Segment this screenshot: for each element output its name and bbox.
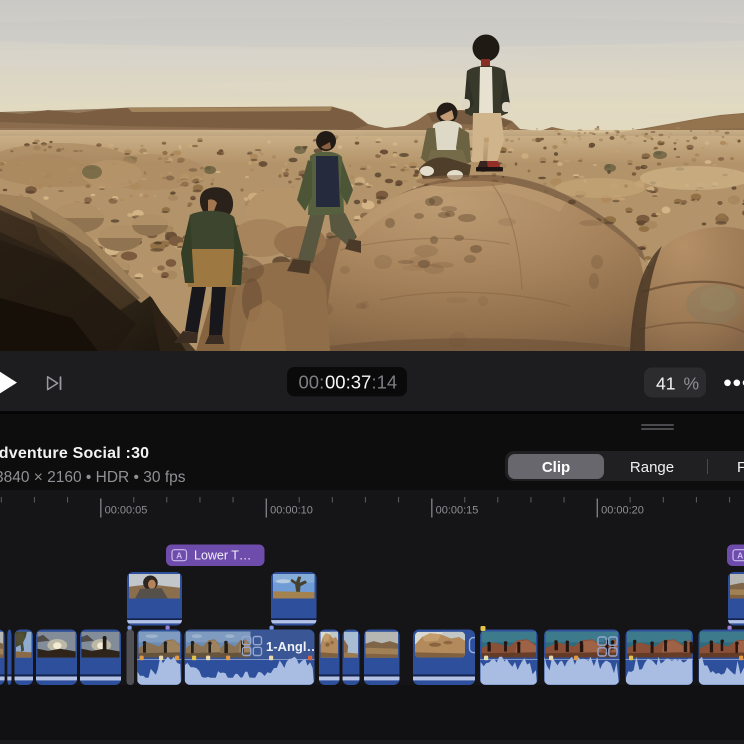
svg-text:00:00:20: 00:00:20: [601, 505, 644, 517]
svg-text:1-Angl…: 1-Angl…: [266, 639, 319, 654]
svg-text:Lower T…: Lower T…: [194, 548, 251, 562]
svg-text:00:00:15: 00:00:15: [436, 505, 479, 517]
svg-text:00:00:05: 00:00:05: [105, 505, 148, 517]
svg-text:A: A: [737, 550, 743, 560]
svg-text:00:: 00:: [299, 372, 325, 393]
svg-text:00:00:10: 00:00:10: [270, 505, 313, 517]
svg-text::14: :14: [372, 372, 398, 393]
svg-text:A: A: [176, 550, 182, 560]
svg-text:41: 41: [656, 374, 675, 394]
svg-text:%: %: [684, 374, 700, 394]
svg-text:00:37: 00:37: [325, 372, 371, 393]
